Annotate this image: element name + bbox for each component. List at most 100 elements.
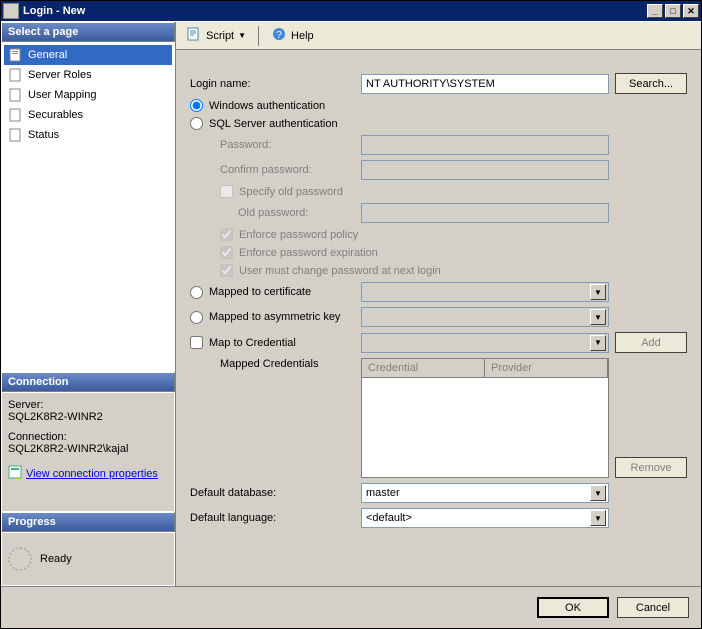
sidebar-item-general[interactable]: General: [4, 45, 172, 65]
progress-header: Progress: [1, 512, 175, 532]
toolbar-separator: [258, 26, 259, 46]
confirm-password-input: [361, 160, 609, 180]
sidebar-item-label: Status: [28, 129, 59, 141]
add-button: Add: [615, 332, 687, 353]
map-cred-checkbox[interactable]: [190, 336, 203, 349]
sidebar: Select a page General Server Roles User …: [1, 22, 176, 586]
mapped-cert-radio[interactable]: [190, 286, 203, 299]
sidebar-item-status[interactable]: Status: [4, 125, 172, 145]
view-connection-properties-link[interactable]: View connection properties: [8, 465, 168, 482]
page-icon: [8, 87, 24, 103]
password-label: Password:: [190, 139, 355, 151]
remove-button: Remove: [615, 457, 687, 478]
must-change-row: User must change password at next login: [190, 264, 687, 277]
default-lang-select[interactable]: <default> ▼: [361, 508, 609, 528]
specify-old-password-row: Specify old password: [190, 185, 687, 198]
mapped-asym-radio[interactable]: [190, 311, 203, 324]
enforce-policy-label: Enforce password policy: [239, 229, 358, 241]
cred-col-credential: Credential: [362, 359, 485, 377]
ok-button[interactable]: OK: [537, 597, 609, 618]
connection-label: Connection:: [8, 431, 168, 443]
mapped-asym-row: Mapped to asymmetric key: [190, 311, 355, 324]
specify-old-password-checkbox: [220, 185, 233, 198]
mapped-credentials-table: Credential Provider: [361, 358, 609, 478]
minimize-button[interactable]: _: [647, 4, 663, 18]
login-new-dialog: Login - New _ □ ✕ Select a page General …: [0, 0, 702, 629]
sidebar-item-label: Server Roles: [28, 69, 92, 81]
help-label: Help: [291, 30, 314, 42]
mapped-asym-label: Mapped to asymmetric key: [209, 311, 340, 323]
specify-old-password-label: Specify old password: [239, 186, 343, 198]
main-panel: Script ▼ ? Help Login name: Search...: [176, 22, 701, 586]
enforce-policy-row: Enforce password policy: [190, 228, 687, 241]
script-button[interactable]: Script ▼: [182, 24, 250, 47]
sql-auth-radio[interactable]: [190, 117, 203, 130]
sql-auth-row: SQL Server authentication: [190, 117, 687, 130]
password-input: [361, 135, 609, 155]
server-value: SQL2K8R2-WINR2: [8, 411, 168, 423]
login-name-label: Login name:: [190, 78, 355, 90]
close-button[interactable]: ✕: [683, 4, 699, 18]
connection-box: Server: SQL2K8R2-WINR2 Connection: SQL2K…: [1, 392, 175, 512]
cancel-button[interactable]: Cancel: [617, 597, 689, 618]
sidebar-item-label: User Mapping: [28, 89, 96, 101]
must-change-label: User must change password at next login: [239, 265, 441, 277]
dropdown-arrow-icon: ▼: [590, 335, 606, 351]
connection-value: SQL2K8R2-WINR2\kajal: [8, 443, 168, 455]
help-icon: ?: [271, 26, 287, 45]
dropdown-arrow-icon: ▼: [238, 31, 246, 40]
default-lang-value: <default>: [366, 512, 412, 524]
page-icon: [8, 47, 24, 63]
script-icon: [186, 26, 202, 45]
page-icon: [8, 107, 24, 123]
select-page-header: Select a page: [1, 22, 175, 42]
map-cred-label: Map to Credential: [209, 337, 296, 349]
default-lang-label: Default language:: [190, 512, 355, 524]
search-button[interactable]: Search...: [615, 73, 687, 94]
link-text: View connection properties: [26, 468, 158, 480]
dropdown-arrow-icon: ▼: [590, 309, 606, 325]
old-password-input: [361, 203, 609, 223]
page-icon: [8, 127, 24, 143]
maximize-button[interactable]: □: [665, 4, 681, 18]
confirm-password-label: Confirm password:: [190, 164, 355, 176]
mapped-asym-select: ▼: [361, 307, 609, 327]
mapped-cert-row: Mapped to certificate: [190, 286, 355, 299]
toolbar: Script ▼ ? Help: [176, 22, 701, 50]
progress-status: Ready: [40, 553, 72, 565]
dropdown-arrow-icon: ▼: [590, 510, 606, 526]
must-change-checkbox: [220, 264, 233, 277]
mapped-cert-select: ▼: [361, 282, 609, 302]
progress-box: Ready: [1, 532, 175, 586]
sidebar-item-securables[interactable]: Securables: [4, 105, 172, 125]
enforce-expiration-checkbox: [220, 246, 233, 259]
default-db-select[interactable]: master ▼: [361, 483, 609, 503]
titlebar: Login - New _ □ ✕: [1, 1, 701, 21]
map-cred-row: Map to Credential: [190, 336, 355, 349]
login-name-input[interactable]: [361, 74, 609, 94]
page-icon: [8, 67, 24, 83]
cred-col-provider: Provider: [485, 359, 608, 377]
map-cred-select: ▼: [361, 333, 609, 353]
enforce-expiration-row: Enforce password expiration: [190, 246, 687, 259]
sidebar-item-server-roles[interactable]: Server Roles: [4, 65, 172, 85]
script-label: Script: [206, 30, 234, 42]
sql-auth-label: SQL Server authentication: [209, 118, 338, 130]
default-db-label: Default database:: [190, 487, 355, 499]
windows-auth-radio[interactable]: [190, 99, 203, 112]
sidebar-item-user-mapping[interactable]: User Mapping: [4, 85, 172, 105]
window-controls: _ □ ✕: [647, 4, 699, 18]
window-title: Login - New: [23, 5, 647, 17]
sidebar-item-label: Securables: [28, 109, 83, 121]
dialog-footer: OK Cancel: [1, 586, 701, 628]
form-area: Login name: Search... Windows authentica…: [176, 50, 701, 586]
connection-header: Connection: [1, 372, 175, 392]
old-password-label: Old password:: [190, 207, 355, 219]
windows-auth-label: Windows authentication: [209, 100, 325, 112]
progress-spinner-icon: [8, 547, 32, 571]
properties-icon: [8, 465, 22, 482]
mapped-credentials-label: Mapped Credentials: [190, 358, 355, 370]
page-list: General Server Roles User Mapping Secura…: [1, 42, 175, 372]
cred-side-buttons: Remove: [615, 358, 687, 478]
help-button[interactable]: ? Help: [267, 24, 318, 47]
